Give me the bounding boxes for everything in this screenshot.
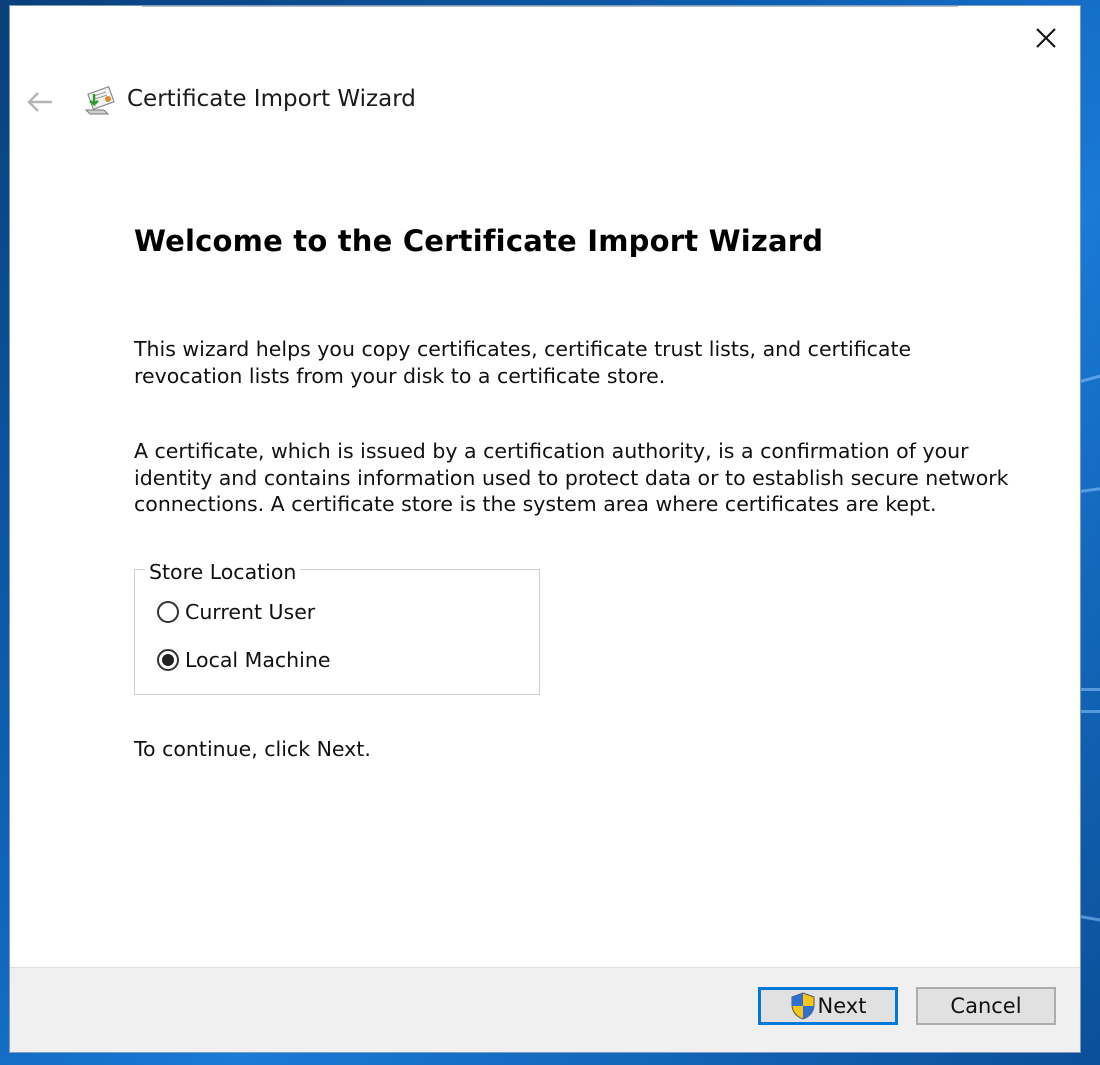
wizard-window: Certificate Import Wizard Welcome to the… [10,6,1080,1052]
desktop-light-streak [1080,710,1100,713]
desktop-light-streak [1079,915,1100,924]
store-location-legend: Store Location [145,560,301,584]
intro-paragraph: This wizard helps you copy certificates,… [134,337,912,388]
store-location-group: Store Location Current User Local Machin… [134,560,540,695]
wizard-title: Certificate Import Wizard [127,86,416,112]
cancel-button[interactable]: Cancel [916,987,1056,1025]
uac-shield-icon [791,992,815,1020]
desktop-light-streak [1079,372,1100,383]
back-arrow-icon [27,92,52,112]
continue-instruction: To continue, click Next. [134,737,371,761]
radio-selected-dot [162,654,174,666]
close-button[interactable] [1026,20,1066,56]
current-user-radio[interactable] [157,601,179,623]
local-machine-radio[interactable] [157,649,179,671]
button-bar: Next Cancel [10,967,1080,1052]
certificate-wizard-icon [84,85,115,115]
current-user-label: Current User [185,600,316,624]
desktop-light-streak [1080,688,1100,691]
next-label: Next [817,994,867,1018]
local-machine-option[interactable]: Local Machine [157,648,330,672]
next-button[interactable]: Next [758,987,898,1025]
current-user-option[interactable]: Current User [157,600,315,624]
local-machine-label: Local Machine [185,648,331,672]
back-button[interactable] [22,84,58,120]
certificate-description: A certificate, which is issued by a cert… [134,439,1009,516]
title-separator [142,6,958,7]
page-heading: Welcome to the Certificate Import Wizard [134,224,824,258]
desktop-light-streak [1079,485,1100,493]
close-icon [1036,28,1056,48]
